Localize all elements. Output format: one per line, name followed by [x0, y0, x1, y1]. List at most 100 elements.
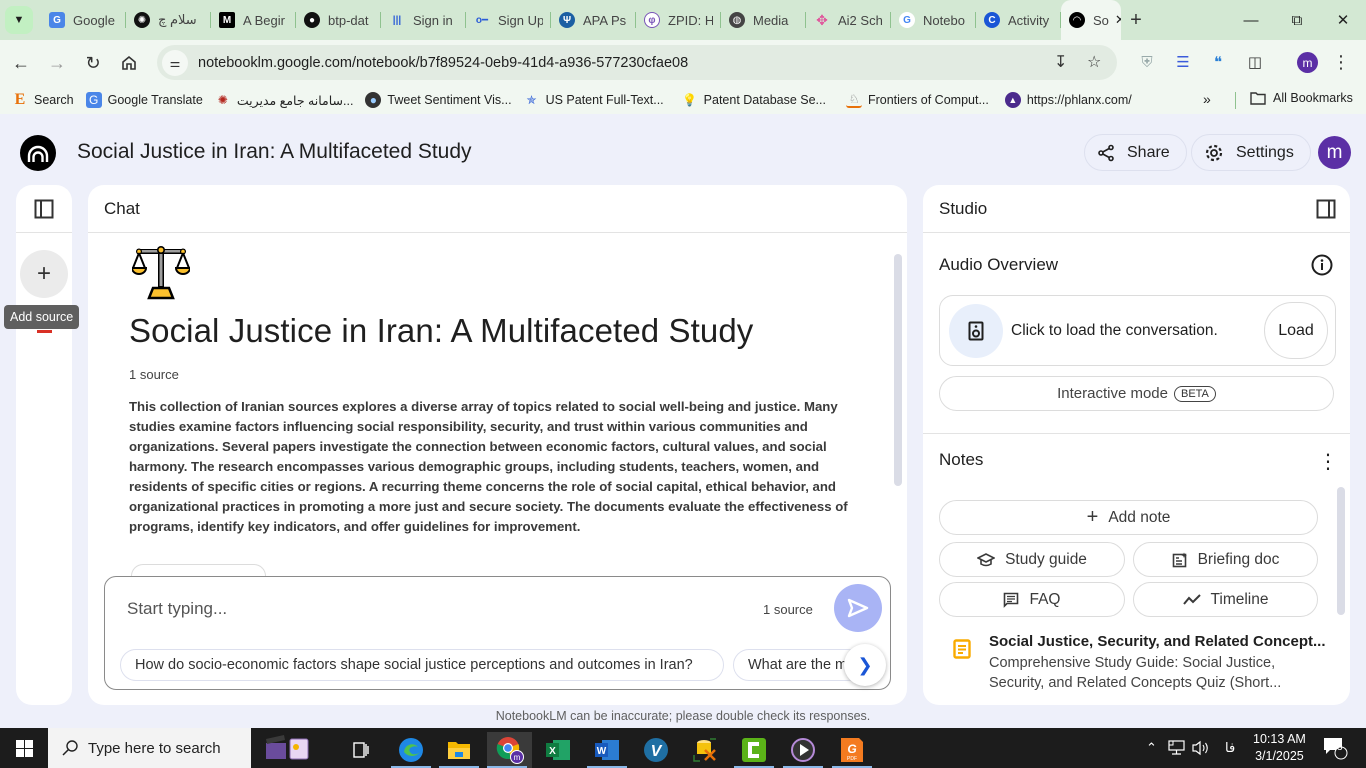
bookmark-item[interactable]: ✯ US Patent Full-Text...: [524, 92, 664, 108]
new-tab-button[interactable]: +: [1121, 9, 1151, 32]
task-view-icon[interactable]: [341, 732, 381, 768]
browser-tab[interactable]: φ ZPID: H: [636, 0, 721, 40]
info-button[interactable]: [1311, 254, 1333, 281]
chat-input[interactable]: [127, 595, 727, 623]
notes-more-options-icon[interactable]: ⋮: [1318, 452, 1338, 472]
camtasia-icon[interactable]: [734, 732, 774, 768]
notebooklm-logo[interactable]: [20, 135, 56, 171]
bookmark-item[interactable]: G Google Translate: [85, 92, 203, 108]
bulb-icon: 💡: [682, 93, 698, 107]
browser-tab[interactable]: G Notebo: [891, 0, 976, 40]
info-icon: [1311, 254, 1333, 276]
home-button[interactable]: [111, 45, 147, 81]
share-button[interactable]: Share: [1084, 134, 1187, 171]
back-button[interactable]: ←: [3, 45, 39, 81]
send-button[interactable]: [834, 584, 882, 632]
word-icon[interactable]: W: [587, 732, 627, 768]
action-center-button[interactable]: 3: [1322, 728, 1348, 768]
studio-header: Studio: [923, 185, 1350, 233]
clapperboard-app-icon[interactable]: [258, 728, 314, 768]
load-button[interactable]: Load: [1264, 302, 1328, 359]
tab-search-button[interactable]: ▼: [5, 6, 33, 34]
browser-tab[interactable]: ◍ Media: [721, 0, 806, 40]
collapse-studio-button[interactable]: [1316, 199, 1336, 224]
close-tab-icon[interactable]: ✕: [1115, 12, 1121, 28]
windows-logo-icon: [15, 739, 33, 757]
study-guide-button[interactable]: Study guide: [939, 542, 1125, 577]
browser-tab[interactable]: MA Begir: [211, 0, 296, 40]
briefing-doc-button[interactable]: Briefing doc: [1133, 542, 1318, 577]
key-icon: o━: [475, 14, 489, 26]
system-clock[interactable]: 10:13 AM 3/1/2025: [1253, 731, 1306, 765]
bookmark-item[interactable]: ✺ سامانه جامع مدیریت...: [215, 92, 354, 108]
bookmark-item[interactable]: ● Tweet Sentiment Vis...: [365, 92, 512, 108]
bookmark-item[interactable]: ♘ Frontiers of Comput...: [845, 92, 989, 108]
excel-icon[interactable]: X: [538, 732, 578, 768]
expand-sources-button[interactable]: [34, 199, 54, 224]
notes-title: Notes: [939, 450, 984, 469]
edge-browser-icon[interactable]: [391, 732, 431, 768]
home-icon: [122, 55, 136, 70]
extensions-puzzle-icon[interactable]: ◫: [1244, 51, 1266, 73]
input-language-indicator[interactable]: فا: [1225, 728, 1235, 768]
browser-tab[interactable]: ||| Sign in: [381, 0, 466, 40]
reload-button[interactable]: ↻: [75, 45, 111, 81]
url-text[interactable]: notebooklm.google.com/notebook/b7f89524-…: [198, 55, 688, 71]
browser-tab[interactable]: ✥ Ai2 Sch: [806, 0, 891, 40]
file-explorer-icon[interactable]: [439, 732, 479, 768]
add-note-button[interactable]: + Add note: [939, 500, 1318, 535]
browser-tab-active[interactable]: ◠ So ✕: [1061, 0, 1121, 40]
forward-button[interactable]: →: [39, 45, 75, 81]
media-player-icon[interactable]: [783, 732, 823, 768]
site-info-icon[interactable]: ⚌: [162, 49, 188, 76]
browser-tab[interactable]: ● btp-dat: [296, 0, 381, 40]
notification-count: 3: [1337, 742, 1343, 753]
all-bookmarks-button[interactable]: All Bookmarks: [1250, 91, 1353, 105]
notes-scrollbar[interactable]: [1337, 487, 1345, 615]
close-window-button[interactable]: ✕: [1320, 0, 1366, 40]
shield-extension-icon[interactable]: ⛨: [1136, 51, 1158, 73]
address-bar[interactable]: ⚌ notebooklm.google.com/notebook/b7f8952…: [157, 45, 1117, 80]
notebook-title[interactable]: Social Justice in Iran: A Multifaceted S…: [77, 140, 472, 164]
browser-menu-icon[interactable]: ⋮: [1330, 51, 1352, 73]
bookmark-star-icon[interactable]: ☆: [1087, 52, 1101, 72]
stack-extension-icon[interactable]: ☰: [1172, 51, 1194, 73]
show-hidden-icons-button[interactable]: ⌃: [1146, 728, 1157, 768]
google-icon: G: [899, 12, 915, 28]
network-icon[interactable]: [1168, 728, 1186, 768]
chrome-taskbar-icon[interactable]: m: [487, 732, 532, 768]
more-bookmarks-button[interactable]: »: [1203, 91, 1211, 107]
browser-tab[interactable]: C Activity: [976, 0, 1061, 40]
browser-profile-avatar[interactable]: m: [1297, 52, 1318, 73]
settings-button[interactable]: Settings: [1191, 134, 1311, 171]
suggested-question[interactable]: How do socio-economic factors shape soci…: [120, 649, 724, 681]
browser-tab[interactable]: Ψ APA Ps: [551, 0, 636, 40]
pdf-app-icon[interactable]: G PDF: [832, 732, 872, 768]
bookmark-item[interactable]: E Search: [12, 91, 74, 108]
volume-icon[interactable]: [1192, 728, 1210, 768]
bookmark-item[interactable]: ▲ https://phlanx.com/: [1004, 92, 1132, 108]
browser-tab[interactable]: G Google: [41, 0, 126, 40]
bookmark-item[interactable]: 💡 Patent Database Se...: [682, 92, 826, 108]
user-avatar[interactable]: m: [1318, 136, 1351, 169]
interactive-mode-button[interactable]: Interactive mode BETA: [939, 376, 1334, 411]
next-suggestions-button[interactable]: ❯: [844, 644, 886, 686]
install-app-icon[interactable]: ↧: [1054, 52, 1067, 72]
browser-tab[interactable]: o━ Sign Up: [466, 0, 551, 40]
timeline-button[interactable]: Timeline: [1133, 582, 1318, 617]
browser-tab[interactable]: ✺ سلام چ: [126, 0, 211, 40]
database-tools-icon[interactable]: [685, 732, 725, 768]
chat-scrollbar[interactable]: [894, 254, 902, 486]
arrow-right-icon: →: [48, 52, 66, 73]
taskbar-search[interactable]: Type here to search: [48, 728, 251, 768]
restore-button[interactable]: ⧉: [1274, 0, 1320, 40]
svg-text:G: G: [847, 742, 856, 756]
quote-extension-icon[interactable]: ❝: [1207, 51, 1229, 73]
globe-icon: ◍: [729, 12, 745, 28]
add-source-button[interactable]: +: [20, 250, 68, 298]
faq-button[interactable]: FAQ: [939, 582, 1125, 617]
minimize-button[interactable]: —: [1228, 0, 1274, 40]
v-app-icon[interactable]: V: [636, 732, 676, 768]
start-button[interactable]: [0, 728, 48, 768]
chat-scroll-area: Social Justice in Iran: A Multifaceted S…: [88, 234, 907, 584]
